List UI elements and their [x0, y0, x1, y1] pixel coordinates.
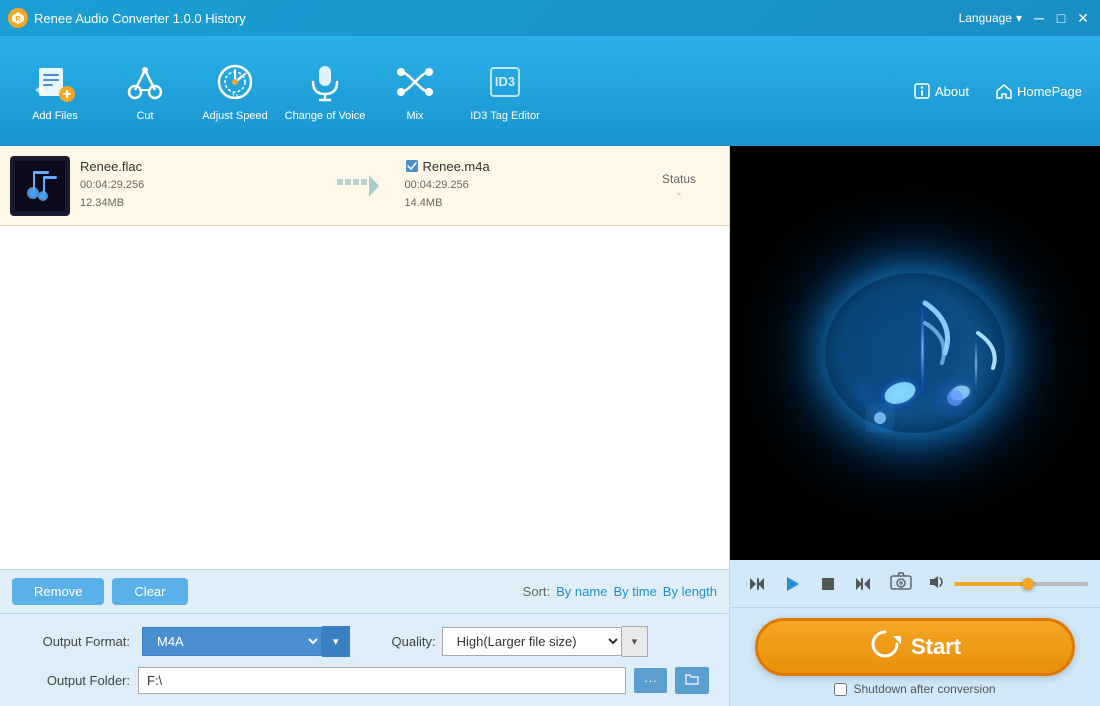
- toolbar-id3-tag-editor[interactable]: ID3 ID3 Tag Editor: [460, 46, 550, 136]
- status-badge: -: [639, 186, 719, 200]
- start-label: Start: [911, 634, 961, 660]
- svg-text:ID3: ID3: [495, 74, 515, 89]
- add-files-icon: [31, 58, 79, 106]
- clear-button[interactable]: Clear: [112, 578, 187, 605]
- id3-tag-editor-label: ID3 Tag Editor: [470, 110, 540, 123]
- add-files-label: Add Files: [32, 110, 78, 123]
- about-button[interactable]: About: [905, 78, 977, 104]
- skip-forward-button[interactable]: [850, 570, 878, 598]
- file-thumbnail: [10, 156, 70, 216]
- sort-by-time[interactable]: By time: [613, 584, 656, 599]
- left-panel: Renee.flac 00:04:29.256 12.34MB: [0, 146, 730, 706]
- main-layout: Renee.flac 00:04:29.256 12.34MB: [0, 146, 1100, 706]
- format-row: Output Format: M4A ▾ Quality: High(Large…: [20, 626, 709, 657]
- source-duration: 00:04:29.256 12.34MB: [80, 177, 315, 212]
- shutdown-checkbox[interactable]: [834, 683, 847, 696]
- adjust-speed-label: Adjust Speed: [202, 110, 267, 123]
- convert-arrow: [335, 171, 385, 201]
- change-of-voice-icon: [301, 58, 349, 106]
- quality-select-wrap: High(Larger file size) ▾: [442, 626, 649, 657]
- skip-back-button[interactable]: [742, 570, 770, 598]
- app-logo: R: [8, 8, 28, 28]
- title-bar: R Renee Audio Converter 1.0.0 History La…: [0, 0, 1100, 36]
- source-file-info: Renee.flac 00:04:29.256 12.34MB: [80, 159, 315, 212]
- start-icon: [869, 628, 901, 667]
- mix-label: Mix: [406, 110, 423, 123]
- minimize-button[interactable]: ─: [1030, 9, 1048, 27]
- volume-slider[interactable]: [954, 582, 1088, 586]
- start-button[interactable]: Start: [755, 618, 1075, 676]
- language-selector[interactable]: Language ▾: [959, 11, 1022, 25]
- volume-thumb: [1022, 578, 1034, 590]
- sort-controls: Sort: By name By time By length: [523, 584, 717, 599]
- table-row[interactable]: Renee.flac 00:04:29.256 12.34MB: [0, 146, 729, 226]
- quality-select[interactable]: High(Larger file size): [442, 627, 622, 656]
- language-label: Language: [959, 11, 1012, 25]
- preview-area: [730, 146, 1100, 560]
- toolbar-adjust-speed[interactable]: 1x Adjust Speed: [190, 46, 280, 136]
- folder-row: Output Folder: ···: [20, 667, 709, 694]
- format-select-wrap: M4A ▾: [142, 626, 350, 657]
- change-of-voice-label: Change of Voice: [285, 110, 366, 123]
- homepage-label: HomePage: [1017, 84, 1082, 99]
- about-label: About: [935, 84, 969, 99]
- maximize-button[interactable]: □: [1052, 9, 1070, 27]
- bottom-bar: Remove Clear Sort: By name By time By le…: [0, 569, 729, 613]
- format-label: Output Format:: [20, 634, 130, 649]
- output-meta: 00:04:29.256 14.4MB: [405, 177, 640, 212]
- remove-button[interactable]: Remove: [12, 578, 104, 605]
- sort-by-length[interactable]: By length: [663, 584, 717, 599]
- output-settings: Output Format: M4A ▾ Quality: High(Large…: [0, 613, 729, 706]
- window-controls: ─ □ ✕: [1030, 9, 1092, 27]
- adjust-speed-icon: 1x: [211, 58, 259, 106]
- status-label: Status: [639, 172, 719, 186]
- format-dropdown-arrow[interactable]: ▾: [322, 626, 350, 657]
- svg-text:R: R: [15, 16, 20, 23]
- stop-button[interactable]: [814, 570, 842, 598]
- browse-button[interactable]: ···: [634, 668, 667, 693]
- source-filename: Renee.flac: [80, 159, 315, 174]
- right-panel: Start Shutdown after conversion: [730, 146, 1100, 706]
- mix-icon: [391, 58, 439, 106]
- shutdown-row: Shutdown after conversion: [834, 682, 995, 696]
- quality-dropdown-arrow[interactable]: ▾: [622, 626, 649, 657]
- sort-label: Sort:: [523, 584, 550, 599]
- toolbar-add-files[interactable]: Add Files: [10, 46, 100, 136]
- output-file-info: Renee.m4a 00:04:29.256 14.4MB: [405, 159, 640, 212]
- folder-input[interactable]: [138, 667, 626, 694]
- id3-tag-editor-icon: ID3: [481, 58, 529, 106]
- output-filename: Renee.m4a: [405, 159, 640, 174]
- svg-text:1x: 1x: [231, 93, 239, 100]
- volume-icon: [928, 573, 946, 594]
- format-select[interactable]: M4A: [142, 627, 322, 656]
- sort-by-name[interactable]: By name: [556, 584, 607, 599]
- toolbar: Add Files Cut 1x: [0, 36, 1100, 146]
- shutdown-label: Shutdown after conversion: [853, 682, 995, 696]
- close-button[interactable]: ✕: [1074, 9, 1092, 27]
- app-title: Renee Audio Converter 1.0.0 History: [34, 11, 959, 26]
- toolbar-right: About HomePage: [905, 78, 1090, 104]
- toolbar-change-of-voice[interactable]: Change of Voice: [280, 46, 370, 136]
- homepage-button[interactable]: HomePage: [987, 78, 1090, 104]
- quality-wrap: Quality: High(Larger file size) ▾: [392, 626, 649, 657]
- file-list: Renee.flac 00:04:29.256 12.34MB: [0, 146, 729, 569]
- screenshot-button[interactable]: [886, 568, 916, 599]
- folder-label: Output Folder:: [20, 673, 130, 688]
- player-controls: [730, 560, 1100, 607]
- cut-icon: [121, 58, 169, 106]
- toolbar-mix[interactable]: Mix: [370, 46, 460, 136]
- cut-label: Cut: [136, 110, 153, 123]
- status-column: Status -: [639, 172, 719, 200]
- open-folder-button[interactable]: [675, 667, 709, 694]
- music-visual: [730, 146, 1100, 560]
- volume-fill: [954, 582, 1028, 586]
- play-button[interactable]: [778, 570, 806, 598]
- toolbar-cut[interactable]: Cut: [100, 46, 190, 136]
- start-area: Start Shutdown after conversion: [730, 607, 1100, 706]
- language-dropdown-icon[interactable]: ▾: [1016, 11, 1022, 25]
- quality-label: Quality:: [392, 634, 436, 649]
